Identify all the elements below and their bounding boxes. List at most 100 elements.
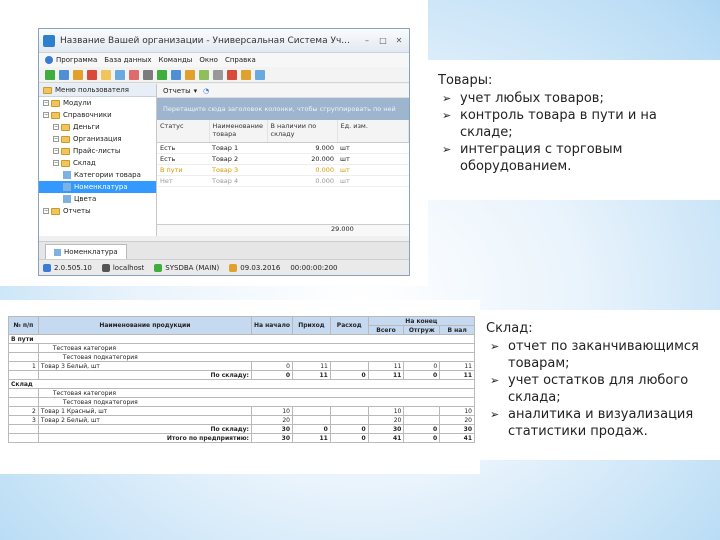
menu-program[interactable]: Программа [45,56,97,64]
grid-cell-unit: шт [337,164,409,176]
folder-icon[interactable] [185,69,195,80]
filter-icon[interactable] [115,69,125,80]
edit-icon[interactable] [73,69,83,80]
expand-toggle-icon[interactable]: − [53,136,59,142]
tree-item-label: Прайс-листы [73,147,121,155]
clear-filter-icon[interactable] [129,69,139,80]
tree-item[interactable]: − Склад [39,157,156,169]
tree-icon[interactable] [199,69,209,80]
export-icon[interactable] [157,69,167,80]
grid-row[interactable]: Нет Товар 4 0.000 шт [157,175,409,187]
tree-item[interactable]: − Прайс-листы [39,145,156,157]
menu-help[interactable]: Справка [225,56,256,64]
grid-cell-qty: 0.000 [267,175,337,187]
window-title: Название Вашей организации - Универсальн… [60,35,350,46]
goods-item: интеграция с торговым оборудованием. [438,141,708,175]
print-icon[interactable] [143,69,153,80]
tree-item[interactable]: Номенклатура [39,181,156,193]
tab-nomenclature[interactable]: Номенклатура [45,244,127,259]
report-cell-name: Тестовая подкатегория [37,352,476,362]
report-cell-income [292,415,331,425]
grid-panel: Отчеты ▾ ◔ Перетащите сюда заголовок кол… [157,84,409,236]
warehouse-item: учет остатков для любого склада; [486,372,718,406]
report-cell-outcome [329,406,369,416]
tree-item[interactable]: − Организация [39,133,156,145]
group-by-hint[interactable]: Перетащите сюда заголовок колонки, чтобы… [157,98,409,120]
warehouse-heading: Склад: [486,321,533,336]
reports-button[interactable]: Отчеты [163,87,191,95]
report-cell-income: 11 [292,370,331,380]
settings-icon[interactable] [213,69,223,80]
maximize-button[interactable]: □ [377,36,389,45]
expand-toggle-icon[interactable]: − [43,208,49,214]
report-cell-num: 1 [8,361,39,371]
expand-toggle-icon[interactable]: − [53,160,59,166]
tree-item[interactable]: − Справочники [39,109,156,121]
report-col-end-ship: Отгруж [403,325,441,335]
warehouse-list: отчет по заканчивающимся товарам; учет о… [486,338,718,440]
report-cell-income [292,406,331,416]
report-col-end: На конец [367,316,476,326]
report-cell-name: По складу: [37,370,252,380]
add-icon[interactable] [45,69,55,80]
search-icon[interactable] [101,69,111,80]
tree-item[interactable]: Цвета [39,193,156,205]
tree-item-label: Справочники [63,111,112,119]
import-icon[interactable] [171,69,181,80]
close-button[interactable]: ✕ [393,36,405,45]
menu-database[interactable]: База данных [104,56,151,64]
cut-icon[interactable] [227,69,237,80]
window-icon[interactable] [255,69,265,80]
report-cell-ship: 0 [403,370,441,380]
tree-item[interactable]: − Модули [39,97,156,109]
report-cell-income: 11 [292,361,331,371]
server-icon [101,263,110,272]
refresh-icon[interactable]: ◔ [203,87,209,95]
folder-icon [51,207,60,215]
report-col-outcome: Расход [329,316,369,335]
grid-row[interactable]: В пути Товар 3 0.000 шт [157,164,409,176]
report-col-end-total: Всего [367,325,405,335]
copy-icon[interactable] [59,69,69,80]
report-cell-name: В пути [8,334,475,344]
report-row: Тестовая подкатегория [8,352,476,362]
report-cell-stock: 10 [439,406,475,416]
expand-toggle-icon[interactable]: − [53,124,59,130]
report-cell-num: 2 [8,406,39,416]
tree-item[interactable]: − Отчеты [39,205,156,217]
tree-item[interactable]: Категории товара [39,169,156,181]
report-cell-total: 30 [367,424,405,434]
report-cell-stock: 30 [439,424,475,434]
grid-cell-name: Товар 4 [209,175,267,187]
report-cell-num: 3 [8,415,39,425]
minimize-button[interactable]: – [361,36,373,45]
delete-icon[interactable] [87,69,97,80]
status-bar: 2.0.505.10 localhost SYSDBA (MAIN) 09.03… [39,259,409,275]
menu-commands[interactable]: Команды [159,56,193,64]
menu-window[interactable]: Окно [199,56,218,64]
expand-toggle-icon[interactable]: − [53,148,59,154]
column-qty[interactable]: В наличии по складу [267,120,338,143]
grid-row[interactable]: Есть Товар 2 20.000 шт [157,153,409,165]
tab-icon [54,248,61,256]
menu-bar: Программа База данных Команды Окно Справ… [39,53,409,67]
user-menu-header: Меню пользователя [39,84,156,97]
expand-toggle-icon[interactable]: − [43,112,49,118]
expand-toggle-icon[interactable]: − [43,100,49,106]
chevron-down-icon[interactable]: ▾ [194,87,198,95]
grid-row[interactable]: Есть Товар 1 9.000 шт [157,142,409,154]
report-row: Тестовая категория [8,388,476,398]
document-icon [63,183,71,191]
tools-icon[interactable] [241,69,251,80]
column-status[interactable]: Статус [157,120,210,143]
report-col-income: Приход [292,316,331,335]
folder-icon [51,111,60,119]
tree-item[interactable]: − Деньги [39,121,156,133]
app-window: Название Вашей организации - Универсальн… [38,28,410,276]
info-icon [43,263,51,272]
column-name[interactable]: Наименование товара [209,120,268,143]
report-row: Тестовая категория [8,343,476,353]
warehouse-item: отчет по заканчивающимся товарам; [486,338,718,372]
report-cell-stock: 11 [439,361,475,371]
column-unit[interactable]: Ед. изм. [337,120,409,143]
